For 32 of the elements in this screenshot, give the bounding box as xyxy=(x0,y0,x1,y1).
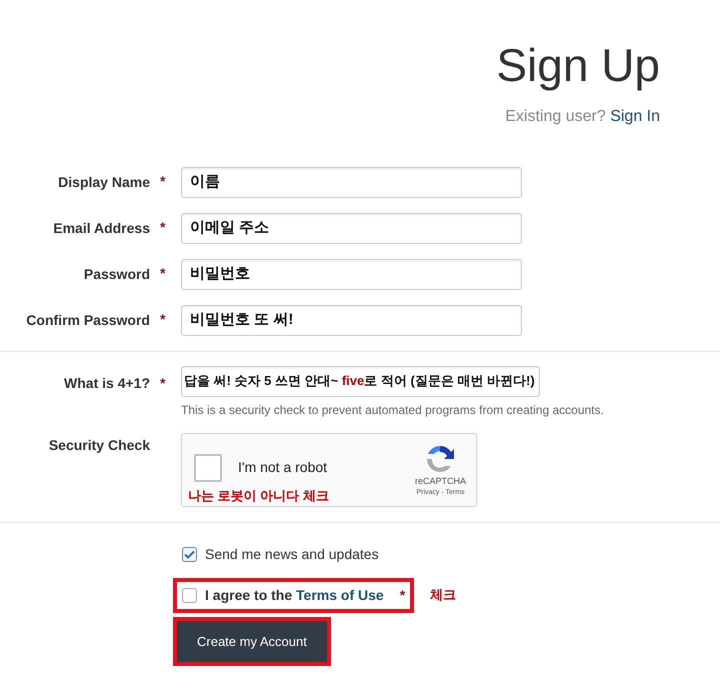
existing-user-text: Existing user? xyxy=(505,108,606,125)
input-field[interactable]: 비밀번호 또 써! xyxy=(181,304,522,336)
required-asterisk: * xyxy=(159,311,166,328)
answer-field[interactable]: 답을 써! 숫자 5 쓰면 안대~ five로 적어 (질문은 매번 바뀐다!) xyxy=(181,366,540,397)
required-asterisk: * xyxy=(159,374,166,391)
option-label: Send me news and updates xyxy=(205,544,379,564)
required-asterisk: * xyxy=(159,265,166,282)
required-asterisk: * xyxy=(159,219,166,236)
annotation-text: 나는 로봇이 아니다 체크 xyxy=(188,486,330,505)
field-label: Email Address xyxy=(52,218,150,238)
terms-link[interactable]: Terms of Use xyxy=(296,586,384,603)
field-label: Confirm Password xyxy=(25,310,150,330)
field-label: Security Check xyxy=(48,436,150,455)
checkbox[interactable] xyxy=(182,588,197,603)
input-field[interactable]: 비밀번호 xyxy=(181,258,522,290)
captcha-checkbox[interactable] xyxy=(194,454,222,482)
required-asterisk: * xyxy=(159,173,166,190)
sign-in-link[interactable]: Sign In xyxy=(610,108,660,125)
field-label: Display Name xyxy=(57,172,150,192)
page-title: Sign Up xyxy=(495,40,660,91)
input-field[interactable]: 이름 xyxy=(181,166,522,198)
field-label: Password xyxy=(82,264,150,284)
annotation-text: 체크 xyxy=(430,586,456,604)
input-field[interactable]: 이메일 주소 xyxy=(181,212,522,244)
captcha-brand: reCAPTCHA xyxy=(414,474,466,488)
create-account-button[interactable]: Create my Account xyxy=(177,620,327,662)
field-label: What is 4+1? xyxy=(63,374,150,393)
option-label: I agree to the Terms of Use xyxy=(205,586,384,605)
checkbox[interactable] xyxy=(182,546,197,562)
required-asterisk: * xyxy=(398,586,406,605)
captcha-label: I'm not a robot xyxy=(238,458,328,478)
help-text: This is a security check to prevent automated programs from creating accounts. xyxy=(181,402,604,419)
